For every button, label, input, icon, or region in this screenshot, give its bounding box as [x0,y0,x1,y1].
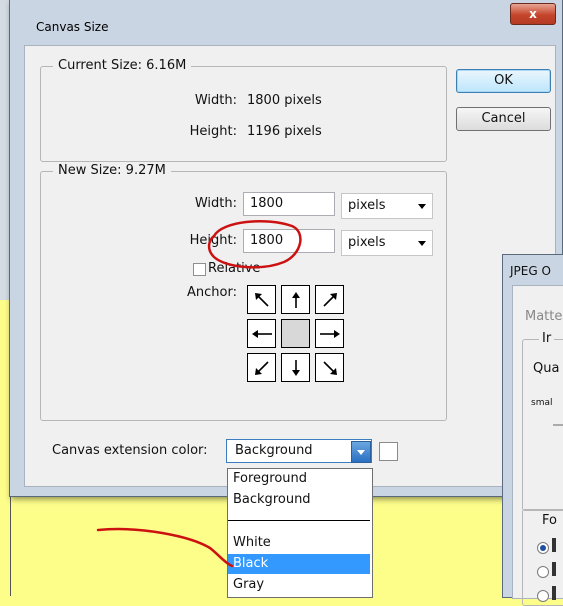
option-black[interactable]: Black [228,554,370,574]
jpeg-options-window: JPEG O Matte Ir Qua smal Fo [502,254,563,606]
small-file-label: smal [531,398,553,408]
anchor-center[interactable] [281,319,310,348]
extension-color-dropdown: Foreground Background White Black Gray [227,468,373,598]
new-width-label: Width: [194,196,237,211]
option-foreground[interactable]: Foreground [228,469,370,489]
close-button[interactable]: x [510,3,556,25]
new-width-input[interactable]: 1800 [243,192,335,216]
dialog-client-area: Current Size: 6.16M Width: 1800 pixels H… [24,45,556,487]
anchor-arrow-down-icon[interactable] [281,353,310,382]
new-height-input[interactable]: 1800 [243,229,335,253]
format-radio-1[interactable] [537,542,549,554]
red-stroke-annotation [96,527,234,568]
dialog-title: Canvas Size [36,20,109,34]
new-height-unit-select[interactable]: pixels [341,230,433,256]
dropdown-separator [228,520,370,521]
current-size-group: Current Size: 6.16M Width: 1800 pixels H… [40,58,447,162]
option-gray[interactable]: Gray [228,575,370,595]
chevron-down-icon [357,450,365,455]
new-width-unit-select[interactable]: pixels [341,193,433,219]
canvas-size-dialog: Canvas Size x Current Size: 6.16M Width:… [9,0,563,497]
extension-color-select[interactable]: Background [226,439,372,463]
option-background[interactable]: Background [228,490,370,510]
format-label-1 [552,538,556,552]
current-height-value: 1196 pixels [247,124,322,139]
new-height-unit-value: pixels [348,235,386,250]
image-options-legend: Ir [539,331,555,346]
format-radio-2[interactable] [537,566,549,578]
jpeg-client-area: Matte Ir Qua smal Fo [512,285,563,606]
anchor-arrow-up-left-icon[interactable] [247,285,276,314]
extension-color-swatch[interactable] [379,442,398,461]
chevron-down-icon [418,241,426,246]
current-height-label: Height: [189,124,237,139]
anchor-arrow-down-left-icon[interactable] [247,353,276,382]
relative-checkbox[interactable] [193,263,206,276]
option-white[interactable]: White [228,533,370,553]
current-size-legend: Current Size: 6.16M [53,58,192,73]
current-width-label: Width: [194,93,237,108]
format-radio-3[interactable] [537,590,549,602]
matte-label: Matte [525,309,563,324]
relative-label: Relative [208,261,261,276]
extension-color-label: Canvas extension color: [52,443,208,458]
new-size-group: New Size: 9.27M Width: 1800 pixels Heigh… [40,163,447,421]
new-height-label: Height: [189,233,237,248]
new-size-legend: New Size: 9.27M [53,163,171,178]
new-width-unit-value: pixels [348,198,386,213]
current-width-value: 1800 pixels [247,93,322,108]
jpeg-window-title: JPEG O [510,264,551,278]
anchor-grid[interactable] [247,285,344,382]
ok-button[interactable]: OK [456,69,551,93]
anchor-arrow-right-icon[interactable] [315,319,344,348]
dropdown-button[interactable] [351,441,371,463]
cancel-button[interactable]: Cancel [456,107,551,131]
extension-color-value: Background [235,443,313,458]
anchor-arrow-down-right-icon[interactable] [315,353,344,382]
quality-label: Qua [533,361,560,376]
quality-slider-track[interactable] [553,424,563,426]
anchor-arrow-up-right-icon[interactable] [315,285,344,314]
anchor-arrow-up-icon[interactable] [281,285,310,314]
chevron-down-icon [418,204,426,209]
anchor-label: Anchor: [187,285,237,300]
format-options-legend: Fo [539,513,560,528]
format-label-2 [552,562,556,576]
anchor-arrow-left-icon[interactable] [247,319,276,348]
format-label-3 [552,586,556,600]
